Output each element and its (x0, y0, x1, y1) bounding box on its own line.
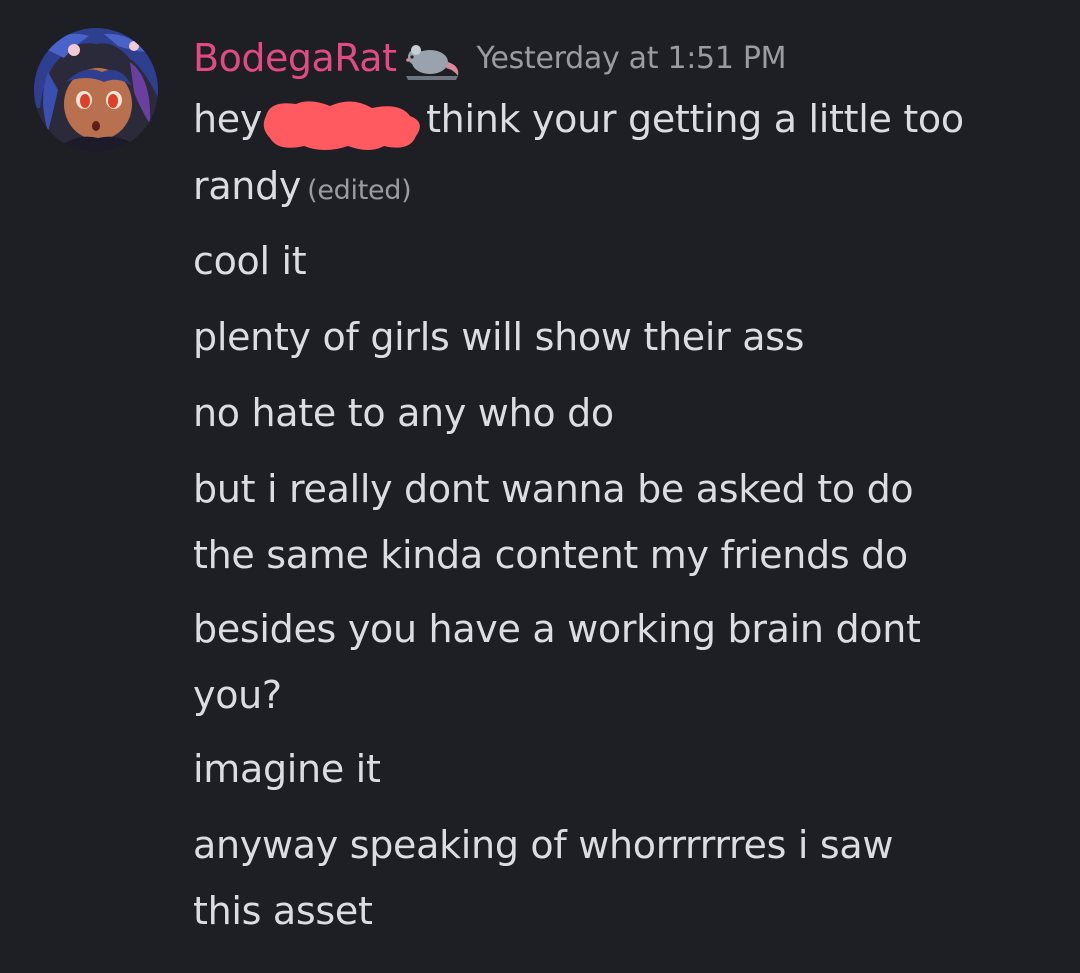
message-line: anyway speaking of whorrrrrres i saw (193, 823, 894, 867)
chat-message: BodegaRat Yesterday at 1:51 PM hey think… (0, 0, 1080, 973)
rat-icon (404, 40, 462, 80)
message-line: plenty of girls will show their ass (193, 315, 805, 359)
message-content: hey think your getting a little too rand… (193, 86, 1053, 943)
message-text: think your getting a little too (426, 97, 964, 141)
edited-label: (edited) (307, 175, 412, 206)
message-line: but i really dont wanna be asked to do (193, 467, 914, 511)
message-text: randy (193, 164, 302, 208)
redaction-scribble (260, 94, 428, 150)
message-header: BodegaRat Yesterday at 1:51 PM (193, 32, 787, 84)
message-timestamp[interactable]: Yesterday at 1:51 PM (476, 41, 786, 76)
message-line: the same kinda content my friends do (193, 533, 908, 577)
user-avatar[interactable] (34, 28, 158, 152)
message-line: hey think your getting a little too (193, 86, 1053, 153)
message-text: hey (193, 97, 263, 141)
username[interactable]: BodegaRat (193, 36, 397, 80)
avatar-image (34, 28, 158, 152)
message-line: besides you have a working brain dont (193, 607, 921, 651)
message-line: you? (193, 673, 282, 717)
message-line: no hate to any who do (193, 391, 614, 435)
message-line: cool it (193, 239, 307, 283)
message-line: imagine it (193, 747, 381, 791)
message-line: randy (edited) (193, 153, 1053, 224)
message-line: this asset (193, 889, 373, 933)
